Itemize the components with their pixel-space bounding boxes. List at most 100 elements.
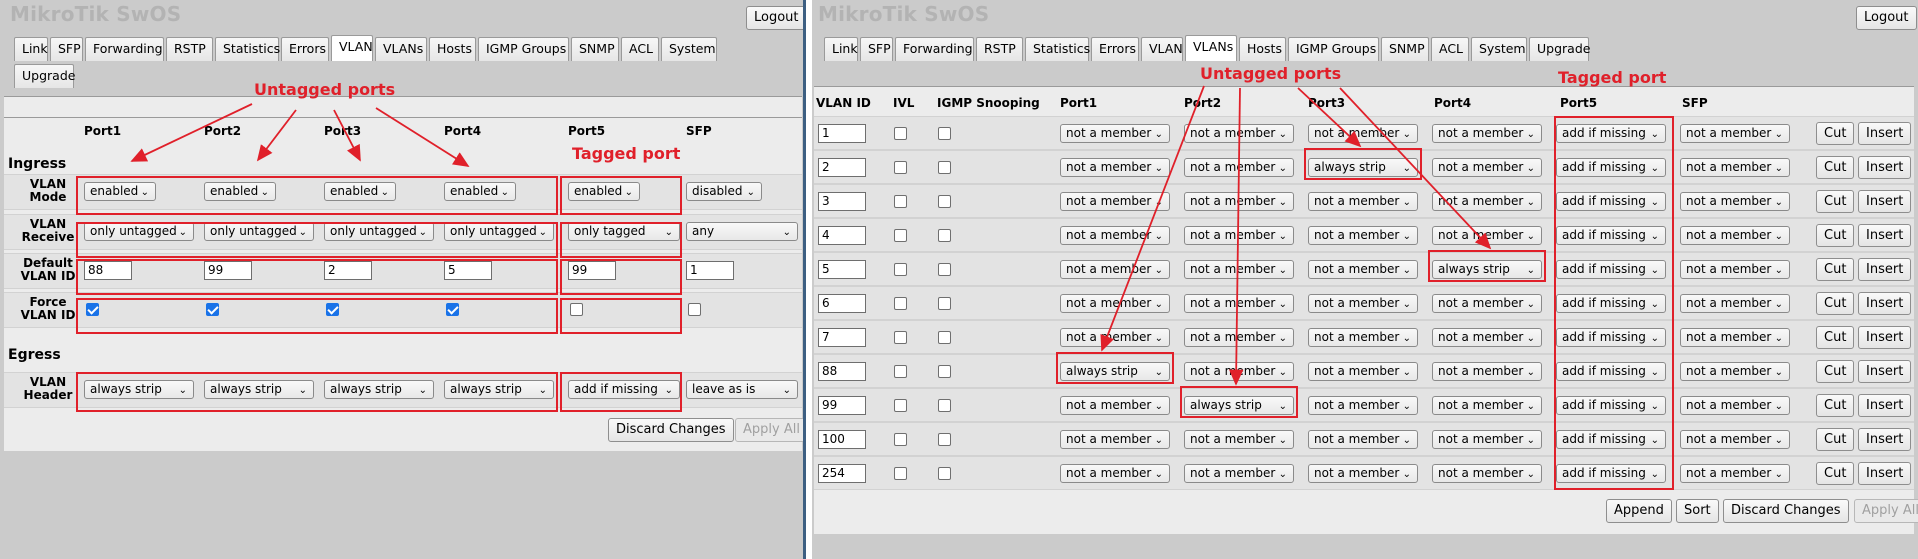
cut-button[interactable]: Cut xyxy=(1816,258,1855,281)
port4-membership-select[interactable]: not a member ⌄ xyxy=(1432,158,1542,177)
cut-button[interactable]: Cut xyxy=(1816,360,1855,383)
port2-membership-select[interactable]: not a member ⌄ xyxy=(1184,328,1294,347)
vlan-id-input[interactable]: 3 xyxy=(818,192,866,211)
insert-button[interactable]: Insert xyxy=(1858,122,1912,145)
append-button[interactable]: Append xyxy=(1606,499,1672,523)
port1-membership-select[interactable]: not a member ⌄ xyxy=(1060,192,1170,211)
tab-vlan[interactable]: VLAN xyxy=(331,35,373,61)
igmp-snooping-checkbox[interactable] xyxy=(938,297,951,310)
vlan-id-input[interactable]: 99 xyxy=(818,396,866,415)
tab-rstp[interactable]: RSTP xyxy=(166,37,213,61)
igmp-snooping-checkbox[interactable] xyxy=(938,127,951,140)
port3-membership-select[interactable]: not a member ⌄ xyxy=(1308,464,1418,483)
tab-rstp[interactable]: RSTP xyxy=(976,37,1023,61)
ivl-checkbox[interactable] xyxy=(894,297,907,310)
port1-membership-select[interactable]: not a member ⌄ xyxy=(1060,430,1170,449)
port1-membership-select[interactable]: not a member ⌄ xyxy=(1060,464,1170,483)
vlan-id-input[interactable]: 254 xyxy=(818,464,866,483)
port3-membership-select[interactable]: not a member ⌄ xyxy=(1308,260,1418,279)
tab-vlans[interactable]: VLANs xyxy=(375,37,427,61)
port6-membership-select[interactable]: not a member ⌄ xyxy=(1680,362,1790,381)
tab-snmp[interactable]: SNMP xyxy=(1381,37,1429,61)
port3-membership-select[interactable]: not a member ⌄ xyxy=(1308,430,1418,449)
port2-membership-select[interactable]: not a member ⌄ xyxy=(1184,260,1294,279)
port6-membership-select[interactable]: not a member ⌄ xyxy=(1680,158,1790,177)
port6-membership-select[interactable]: not a member ⌄ xyxy=(1680,226,1790,245)
sort-button[interactable]: Sort xyxy=(1676,499,1719,523)
igmp-snooping-checkbox[interactable] xyxy=(938,365,951,378)
cut-button[interactable]: Cut xyxy=(1816,428,1855,451)
vlan-id-input[interactable]: 100 xyxy=(818,430,866,449)
port2-membership-select[interactable]: not a member ⌄ xyxy=(1184,430,1294,449)
port3-membership-select[interactable]: not a member ⌄ xyxy=(1308,362,1418,381)
igmp-snooping-checkbox[interactable] xyxy=(938,399,951,412)
apply-all-button[interactable]: Apply All xyxy=(735,418,803,442)
ivl-checkbox[interactable] xyxy=(894,399,907,412)
igmp-snooping-checkbox[interactable] xyxy=(938,467,951,480)
port4-membership-select[interactable]: not a member ⌄ xyxy=(1432,430,1542,449)
insert-button[interactable]: Insert xyxy=(1858,360,1912,383)
tab-hosts[interactable]: Hosts xyxy=(429,37,476,61)
ivl-checkbox[interactable] xyxy=(894,229,907,242)
tab-link[interactable]: Link xyxy=(824,37,858,61)
tab-vlans[interactable]: VLANs xyxy=(1185,35,1237,61)
port2-membership-select[interactable]: not a member ⌄ xyxy=(1184,226,1294,245)
logout-button[interactable]: Logout xyxy=(746,6,803,30)
igmp-snooping-checkbox[interactable] xyxy=(938,195,951,208)
tab-sfp[interactable]: SFP xyxy=(50,37,83,61)
cut-button[interactable]: Cut xyxy=(1816,190,1855,213)
igmp-snooping-checkbox[interactable] xyxy=(938,263,951,276)
vlan-id-input[interactable]: 5 xyxy=(818,260,866,279)
port4-membership-select[interactable]: not a member ⌄ xyxy=(1432,362,1542,381)
ivl-checkbox[interactable] xyxy=(894,127,907,140)
port1-membership-select[interactable]: not a member ⌄ xyxy=(1060,124,1170,143)
igmp-snooping-checkbox[interactable] xyxy=(938,433,951,446)
cut-button[interactable]: Cut xyxy=(1816,462,1855,485)
insert-button[interactable]: Insert xyxy=(1858,394,1912,417)
port6-membership-select[interactable]: not a member ⌄ xyxy=(1680,260,1790,279)
insert-button[interactable]: Insert xyxy=(1858,462,1912,485)
port1-membership-select[interactable]: not a member ⌄ xyxy=(1060,158,1170,177)
ivl-checkbox[interactable] xyxy=(894,263,907,276)
cut-button[interactable]: Cut xyxy=(1816,156,1855,179)
tab-link[interactable]: Link xyxy=(14,37,48,61)
port3-membership-select[interactable]: not a member ⌄ xyxy=(1308,328,1418,347)
insert-button[interactable]: Insert xyxy=(1858,326,1912,349)
port6-membership-select[interactable]: not a member ⌄ xyxy=(1680,430,1790,449)
port6-membership-select[interactable]: not a member ⌄ xyxy=(1680,124,1790,143)
port2-membership-select[interactable]: not a member ⌄ xyxy=(1184,294,1294,313)
ivl-checkbox[interactable] xyxy=(894,467,907,480)
port4-membership-select[interactable]: not a member ⌄ xyxy=(1432,328,1542,347)
port6-membership-select[interactable]: not a member ⌄ xyxy=(1680,328,1790,347)
cut-button[interactable]: Cut xyxy=(1816,224,1855,247)
insert-button[interactable]: Insert xyxy=(1858,292,1912,315)
tab-system[interactable]: System xyxy=(1471,37,1527,61)
port1-membership-select[interactable]: not a member ⌄ xyxy=(1060,260,1170,279)
discard-changes-button[interactable]: Discard Changes xyxy=(608,418,734,442)
vlan-id-input[interactable]: 4 xyxy=(818,226,866,245)
cut-button[interactable]: Cut xyxy=(1816,394,1855,417)
vlan-id-input[interactable]: 6 xyxy=(818,294,866,313)
port6-membership-select[interactable]: not a member ⌄ xyxy=(1680,464,1790,483)
tab-hosts[interactable]: Hosts xyxy=(1239,37,1286,61)
cut-button[interactable]: Cut xyxy=(1816,122,1855,145)
port2-membership-select[interactable]: not a member ⌄ xyxy=(1184,158,1294,177)
ivl-checkbox[interactable] xyxy=(894,195,907,208)
port4-membership-select[interactable]: not a member ⌄ xyxy=(1432,294,1542,313)
ivl-checkbox[interactable] xyxy=(894,433,907,446)
tab-igmp-groups[interactable]: IGMP Groups xyxy=(1288,37,1379,61)
logout-button[interactable]: Logout xyxy=(1856,6,1917,30)
tab-errors[interactable]: Errors xyxy=(1091,37,1139,61)
tab-vlan[interactable]: VLAN xyxy=(1141,37,1183,61)
tab-sfp[interactable]: SFP xyxy=(860,37,893,61)
port2-membership-select[interactable]: not a member ⌄ xyxy=(1184,192,1294,211)
default-vlan-id-sfp-input[interactable]: 1 xyxy=(686,261,734,280)
insert-button[interactable]: Insert xyxy=(1858,190,1912,213)
insert-button[interactable]: Insert xyxy=(1858,156,1912,179)
port6-membership-select[interactable]: not a member ⌄ xyxy=(1680,396,1790,415)
vlan-id-input[interactable]: 7 xyxy=(818,328,866,347)
port6-membership-select[interactable]: not a member ⌄ xyxy=(1680,294,1790,313)
tab-acl[interactable]: ACL xyxy=(1431,37,1469,61)
vlan-mode-sfp-select[interactable]: disabled ⌄ xyxy=(686,182,762,201)
port2-membership-select[interactable]: not a member ⌄ xyxy=(1184,464,1294,483)
